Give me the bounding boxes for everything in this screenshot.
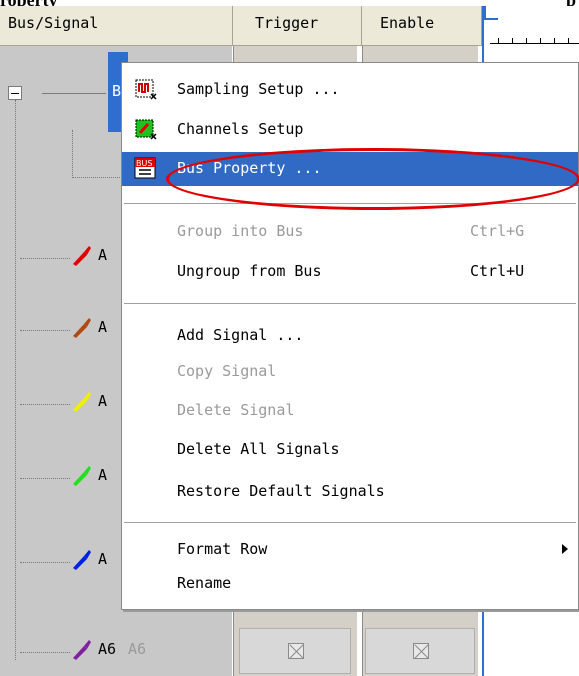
- probe-icon: [73, 318, 91, 338]
- signal-label: A6: [98, 640, 117, 658]
- probe-icon: [73, 640, 91, 660]
- context-menu: Sampling Setup ... Channels Setup BUS Bu…: [121, 62, 579, 610]
- menu-item-label: Delete Signal: [177, 401, 295, 419]
- menu-separator: [124, 522, 576, 524]
- column-header-enable-label: Enable: [380, 14, 435, 32]
- signal-label: A: [98, 392, 108, 410]
- menu-item-label: Add Signal ...: [177, 326, 304, 344]
- menu-item-label: Copy Signal: [177, 362, 277, 380]
- tree-branch: [72, 177, 120, 178]
- submenu-arrow-icon: [562, 544, 568, 554]
- menu-item-channels-setup[interactable]: Channels Setup: [122, 113, 578, 147]
- probe-icon: [73, 550, 91, 570]
- cursor-marker-icon[interactable]: [484, 6, 498, 20]
- menu-item-copy-signal[interactable]: Copy Signal: [122, 355, 578, 389]
- probe-icon: [73, 466, 91, 486]
- probe-icon: [73, 246, 91, 266]
- menu-item-label: Restore Default Signals: [177, 482, 385, 500]
- menu-item-label: Channels Setup: [177, 120, 304, 138]
- menu-item-delete-signal[interactable]: Delete Signal: [122, 394, 578, 428]
- time-ruler: [490, 36, 579, 44]
- highlight-annotation-ellipse: [166, 148, 579, 210]
- menu-item-sampling-setup[interactable]: Sampling Setup ...: [122, 73, 578, 107]
- menu-item-group-into-bus[interactable]: Group into Bus Ctrl+G: [122, 215, 578, 249]
- column-header-trigger-label: Trigger: [255, 14, 319, 32]
- collapse-toggle-icon[interactable]: [8, 86, 22, 100]
- svg-text:BUS: BUS: [136, 159, 152, 168]
- menu-item-delete-all-signals[interactable]: Delete All Signals: [122, 433, 578, 467]
- menu-item-label: Ungroup from Bus: [177, 262, 322, 280]
- column-header-bus-signal[interactable]: Bus/Signal: [0, 6, 233, 46]
- tree-branch: [20, 478, 70, 479]
- tree-line: [15, 100, 16, 660]
- signal-row[interactable]: A: [70, 316, 107, 342]
- sampling-setup-icon: [135, 79, 157, 100]
- tree-branch: [20, 562, 70, 563]
- menu-item-label: Sampling Setup ...: [177, 80, 340, 98]
- menu-item-shortcut: Ctrl+U: [470, 262, 525, 280]
- tree-branch: [20, 258, 70, 259]
- signal-row[interactable]: A: [70, 464, 107, 490]
- signal-row[interactable]: A: [70, 548, 107, 574]
- column-header-trigger[interactable]: Trigger: [233, 6, 362, 46]
- menu-item-format-row[interactable]: Format Row: [122, 533, 578, 567]
- column-header-enable[interactable]: Enable: [362, 6, 482, 46]
- menu-item-label: Rename: [177, 574, 232, 592]
- tree-branch: [20, 330, 70, 331]
- bus-label: B: [112, 82, 122, 100]
- signal-label: A: [98, 550, 108, 568]
- signal-row[interactable]: A: [70, 390, 107, 416]
- trigger-disabled-icon: [288, 643, 304, 659]
- menu-item-ungroup-from-bus[interactable]: Ungroup from Bus Ctrl+U: [122, 255, 578, 289]
- signal-row[interactable]: A6 A6: [70, 638, 146, 664]
- signal-alias-label: A6: [128, 640, 147, 658]
- tree-branch: [20, 404, 70, 405]
- probe-icon: [73, 392, 91, 412]
- bus-property-icon: BUS: [134, 157, 156, 179]
- channels-setup-icon: [135, 119, 157, 140]
- menu-item-restore-default-signals[interactable]: Restore Default Signals: [122, 475, 578, 509]
- signal-label: A: [98, 466, 108, 484]
- menu-item-rename[interactable]: Rename: [122, 567, 578, 601]
- menu-separator: [124, 303, 576, 305]
- signal-label: A: [98, 318, 108, 336]
- signal-row[interactable]: A: [70, 244, 107, 270]
- menu-item-label: Group into Bus: [177, 222, 304, 240]
- enable-disabled-icon: [413, 643, 429, 659]
- menu-item-shortcut: Ctrl+G: [470, 222, 525, 240]
- tree-branch: [20, 652, 70, 653]
- column-header-bus-signal-label: Bus/Signal: [8, 14, 99, 32]
- menu-item-label: Delete All Signals: [177, 440, 340, 458]
- tree-branch: [42, 93, 106, 94]
- menu-item-label: Format Row: [177, 540, 268, 558]
- signal-label: A: [98, 246, 108, 264]
- menu-item-add-signal[interactable]: Add Signal ...: [122, 319, 578, 353]
- tree-line: [72, 130, 73, 178]
